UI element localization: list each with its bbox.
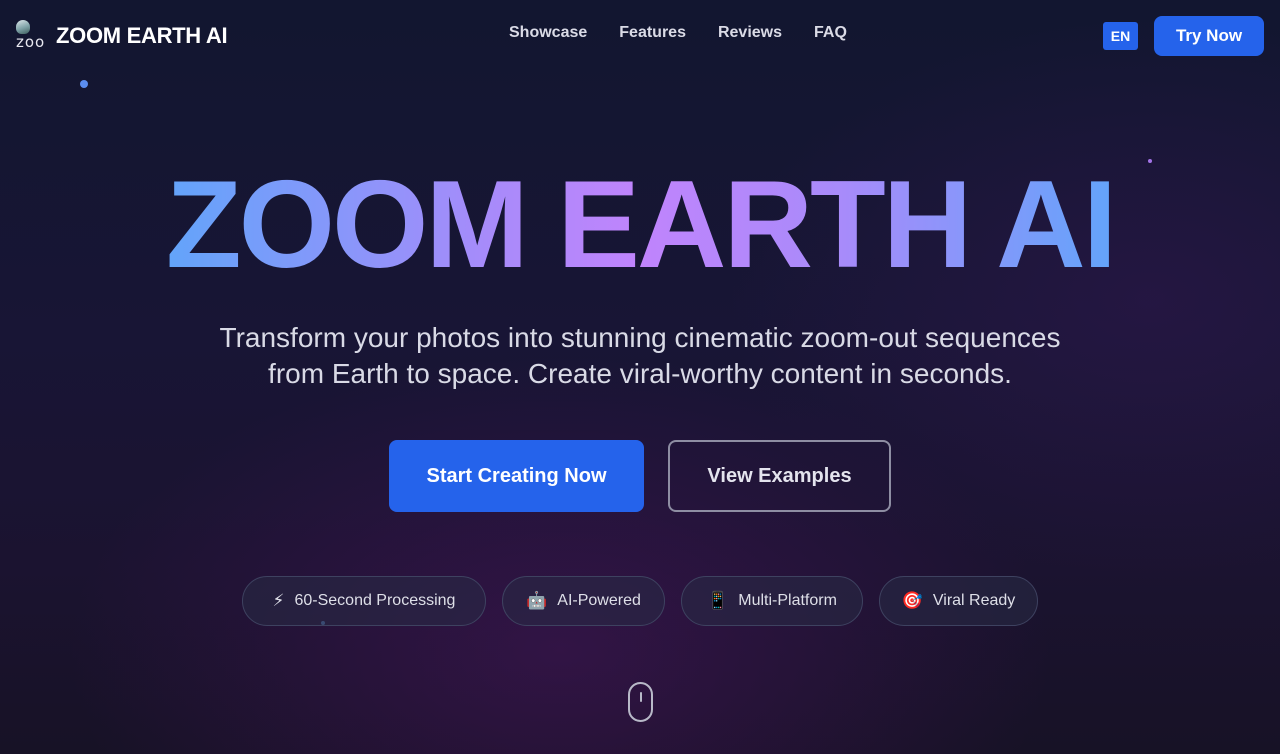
lightning-icon: ⚡ [272, 591, 285, 611]
view-examples-button[interactable]: View Examples [668, 440, 891, 512]
robot-icon: 🤖 [526, 591, 548, 611]
feature-label: 60-Second Processing [294, 592, 456, 609]
brand-name: ZOOM EARTH AI [56, 23, 228, 48]
start-creating-button[interactable]: Start Creating Now [389, 440, 644, 512]
feature-badge-processing: ⚡ 60-Second Processing [242, 576, 486, 626]
logo-alt-text: zoo [16, 33, 46, 51]
scroll-down-indicator[interactable] [628, 682, 653, 722]
logo-icon: zoo [16, 20, 48, 52]
hero-subtitle-line-2: from Earth to space. Create viral-worthy… [268, 358, 1012, 389]
try-now-button[interactable]: Try Now [1154, 16, 1264, 56]
language-switcher-button[interactable]: EN [1103, 22, 1138, 50]
feature-badge-ai: 🤖 AI-Powered [502, 576, 665, 626]
nav-link-showcase[interactable]: Showcase [509, 24, 587, 42]
brand-logo[interactable]: zoo ZOOM EARTH AI [16, 20, 228, 52]
mouse-wheel-icon [639, 692, 642, 702]
hero-subtitle: Transform your photos into stunning cine… [190, 320, 1090, 392]
nav-link-features[interactable]: Features [619, 24, 686, 42]
nav-links: Showcase Features Reviews FAQ [493, 24, 863, 42]
nav-link-reviews[interactable]: Reviews [718, 24, 782, 42]
feature-label: AI-Powered [557, 592, 641, 609]
star-dot [80, 80, 88, 88]
top-nav: zoo ZOOM EARTH AI Showcase Features Revi… [0, 0, 1280, 72]
feature-badge-viral: 🎯 Viral Ready [879, 576, 1038, 626]
mobile-phone-icon: 📱 [707, 591, 729, 611]
nav-link-faq[interactable]: FAQ [814, 24, 847, 42]
hero-title: ZOOM EARTH AI [0, 160, 1280, 290]
feature-label: Multi-Platform [738, 592, 837, 609]
feature-badge-platform: 📱 Multi-Platform [681, 576, 863, 626]
feature-label: Viral Ready [932, 592, 1016, 609]
hero-subtitle-line-1: Transform your photos into stunning cine… [219, 322, 1061, 353]
target-icon: 🎯 [901, 591, 923, 611]
